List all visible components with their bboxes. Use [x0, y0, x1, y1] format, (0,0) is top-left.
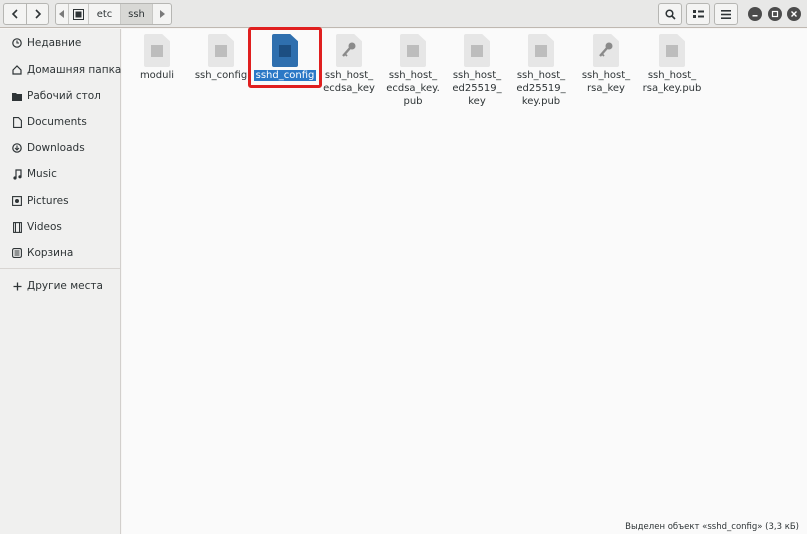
path-scroll-right-button[interactable]	[153, 4, 171, 24]
file-item-ssh-host-rsa-key-pub[interactable]: ssh_host_ rsa_key.pub	[639, 32, 705, 122]
text-file-icon	[659, 34, 685, 67]
path-segment-ssh[interactable]: ssh	[121, 4, 153, 24]
path-scroll-left-button[interactable]	[56, 4, 69, 24]
file-item-ssh-host-ed25519-key-pub[interactable]: ssh_host_ ed25519_ key.pub	[508, 32, 574, 122]
hamburger-menu-icon	[721, 9, 731, 19]
close-icon	[791, 11, 797, 17]
sidebar-item-label: Недавние	[27, 37, 82, 49]
minimize-icon	[752, 15, 758, 17]
trash-icon	[12, 248, 22, 258]
file-name: ssh_host_ ed25519_ key.pub	[516, 70, 566, 107]
back-button[interactable]	[4, 4, 26, 24]
file-name: ssh_config	[194, 70, 248, 81]
file-item-ssh-host-rsa-key[interactable]: ssh_host_ rsa_key	[573, 32, 639, 122]
path-segment-etc[interactable]: etc	[89, 4, 121, 24]
file-name: ssh_host_ ed25519_ key	[452, 70, 502, 107]
close-button[interactable]	[787, 7, 801, 21]
folder-icon	[12, 91, 22, 101]
document-icon	[12, 116, 22, 128]
sidebar-item-label: Корзина	[27, 247, 74, 259]
sidebar-item-trash[interactable]: Корзина	[0, 242, 120, 264]
file-name: ssh_host_ ecdsa_key. pub	[386, 70, 440, 107]
file-name: ssh_host_ ecdsa_key	[323, 70, 375, 94]
drive-icon	[73, 8, 84, 20]
sidebar-item-label: Downloads	[27, 142, 85, 154]
music-icon	[12, 168, 22, 180]
file-name: moduli	[139, 70, 175, 81]
sidebar-item-other-locations[interactable]: Другие места	[0, 275, 120, 297]
camera-icon	[12, 196, 22, 206]
file-item-ssh-host-ecdsa-key[interactable]: ssh_host_ ecdsa_key	[316, 32, 382, 122]
sidebar-item-label: Другие места	[27, 280, 103, 292]
sidebar-item-documents[interactable]: Documents	[0, 111, 120, 133]
maximize-icon	[771, 10, 779, 18]
grid-view-icon	[692, 10, 704, 18]
minimize-button[interactable]	[748, 7, 762, 21]
maximize-button[interactable]	[768, 7, 782, 21]
sidebar-item-label: Домашняя папка	[27, 64, 122, 76]
menu-button[interactable]	[714, 3, 738, 25]
text-file-icon	[528, 34, 554, 67]
highlight-annotation	[248, 27, 322, 88]
sidebar-item-downloads[interactable]: Downloads	[0, 137, 120, 159]
triangle-left-icon	[59, 10, 64, 18]
file-item-ssh-config[interactable]: ssh_config	[188, 32, 254, 122]
sidebar-item-label: Music	[27, 168, 57, 180]
chevron-right-icon	[34, 9, 41, 19]
sidebar-item-label: Videos	[27, 221, 62, 233]
sidebar-item-label: Рабочий стол	[27, 90, 101, 102]
navigation-buttons	[3, 3, 49, 25]
sidebar-item-pictures[interactable]: Pictures	[0, 190, 120, 212]
film-icon	[12, 221, 22, 233]
home-icon	[12, 65, 22, 75]
sidebar-item-home[interactable]: Домашняя папка	[0, 59, 122, 81]
key-file-icon	[593, 34, 619, 67]
search-icon	[664, 8, 676, 20]
sidebar-item-label: Documents	[27, 116, 87, 128]
triangle-right-icon	[160, 10, 165, 18]
file-name: ssh_host_ rsa_key.pub	[642, 70, 702, 94]
sidebar-divider	[0, 268, 120, 269]
forward-button[interactable]	[26, 4, 48, 24]
sidebar-item-label: Pictures	[27, 195, 69, 207]
text-file-icon	[208, 34, 234, 67]
file-item-ssh-host-ecdsa-key-pub[interactable]: ssh_host_ ecdsa_key. pub	[380, 32, 446, 122]
header-bar: etc ssh	[0, 0, 807, 28]
file-view: moduli ssh_config sshd_config ssh_host_ …	[122, 27, 807, 534]
file-item-ssh-host-ed25519-key[interactable]: ssh_host_ ed25519_ key	[444, 32, 510, 122]
text-file-icon	[464, 34, 490, 67]
plus-icon	[12, 281, 22, 291]
sidebar-item-recent[interactable]: Недавние	[0, 32, 120, 54]
download-icon	[12, 143, 22, 153]
path-root-button[interactable]	[69, 4, 89, 24]
text-file-icon	[400, 34, 426, 67]
file-item-moduli[interactable]: moduli	[124, 32, 190, 122]
clock-icon	[12, 38, 22, 48]
key-file-icon	[336, 34, 362, 67]
file-name: ssh_host_ rsa_key	[581, 70, 631, 94]
sidebar-item-music[interactable]: Music	[0, 163, 120, 185]
view-toggle-button[interactable]	[686, 3, 710, 25]
chevron-left-icon	[11, 9, 18, 19]
text-file-icon	[144, 34, 170, 67]
sidebar-item-desktop[interactable]: Рабочий стол	[0, 85, 120, 107]
search-button[interactable]	[658, 3, 682, 25]
path-bar: etc ssh	[55, 3, 172, 25]
sidebar: Недавние Домашняя папка Рабочий стол Doc…	[0, 29, 121, 534]
sidebar-item-videos[interactable]: Videos	[0, 216, 120, 238]
status-text: Выделен объект «sshd_config» (3,3 кБ)	[625, 522, 799, 532]
